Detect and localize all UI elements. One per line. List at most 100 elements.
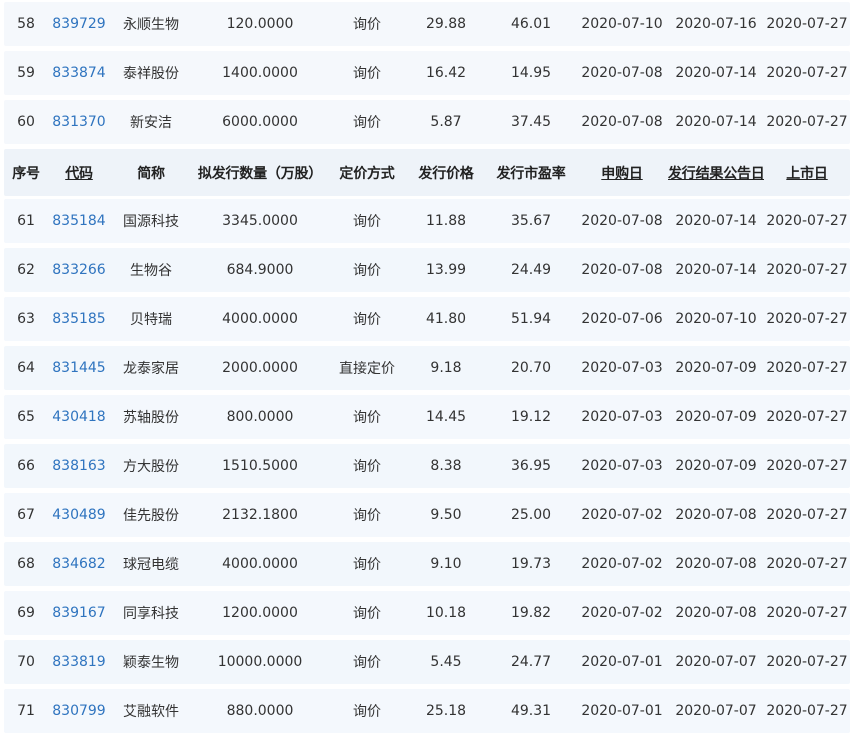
pricing-method: 询价 (353, 66, 381, 82)
subscription-date: 2020-07-02 (581, 556, 663, 572)
issue-pe: 24.49 (510, 262, 552, 278)
subscription-date: 2020-07-08 (581, 262, 663, 278)
table-row: 58 839729 永顺生物 120.0000 询价 29.88 46.01 2020-07-… (4, 2, 850, 46)
subscription-date: 2020-07-02 (581, 507, 663, 523)
subscription-date: 2020-07-06 (581, 311, 663, 327)
stock-code-link[interactable]: 833874 (48, 65, 110, 81)
result-announcement-date: 2020-07-08 (675, 556, 757, 572)
stock-code-link[interactable]: 835185 (48, 311, 110, 327)
issue-pe: 51.94 (510, 311, 552, 327)
row-seq: 61 (17, 213, 35, 229)
stock-code-link[interactable]: 839729 (48, 16, 110, 32)
subscription-date: 2020-07-08 (581, 213, 663, 229)
stock-code-link[interactable]: 839167 (48, 605, 110, 621)
stock-code-link[interactable]: 430418 (48, 409, 110, 425)
column-header-9[interactable]: 上市日 (764, 163, 850, 183)
listing-date: 2020-07-27 (766, 507, 848, 523)
row-seq: 63 (17, 311, 35, 327)
issue-quantity: 800.0000 (226, 409, 294, 425)
pricing-method: 询价 (353, 606, 381, 622)
subscription-date: 2020-07-01 (581, 703, 663, 719)
rows-before-header: 58 839729 永顺生物 120.0000 询价 29.88 46.01 2020-07-… (4, 2, 850, 144)
stock-name: 艾融软件 (123, 704, 179, 720)
column-header-3: 拟发行数量（万股） (197, 165, 323, 182)
row-seq: 65 (17, 409, 35, 425)
stock-name: 佳先股份 (123, 508, 179, 524)
column-header-7[interactable]: 申购日 (576, 163, 668, 183)
stock-code-link[interactable]: 834682 (48, 556, 110, 572)
column-header-1[interactable]: 代码 (48, 163, 110, 183)
issue-quantity: 1400.0000 (222, 65, 298, 81)
subscription-date: 2020-07-01 (581, 654, 663, 670)
table-row: 67 430489 佳先股份 2132.1800 询价 9.50 25.00 2020-07-… (4, 493, 850, 537)
result-announcement-date: 2020-07-14 (675, 65, 757, 81)
issue-quantity: 1200.0000 (222, 605, 298, 621)
listing-date: 2020-07-27 (766, 703, 848, 719)
stock-name: 新安洁 (130, 115, 172, 131)
issue-pe: 20.70 (510, 360, 552, 376)
row-seq: 68 (17, 556, 35, 572)
result-announcement-date: 2020-07-07 (675, 654, 757, 670)
result-announcement-date: 2020-07-09 (675, 409, 757, 425)
stock-name: 永顺生物 (123, 17, 179, 33)
pricing-method: 询价 (353, 214, 381, 230)
issue-quantity: 6000.0000 (222, 114, 298, 130)
issue-price: 9.18 (430, 360, 462, 376)
listing-date: 2020-07-27 (766, 605, 848, 621)
row-seq: 59 (17, 65, 35, 81)
issue-price: 25.18 (425, 703, 467, 719)
result-announcement-date: 2020-07-08 (675, 605, 757, 621)
listing-date: 2020-07-27 (766, 213, 848, 229)
issue-price: 10.18 (425, 605, 467, 621)
issue-quantity: 4000.0000 (222, 311, 298, 327)
stock-code-link[interactable]: 830799 (48, 703, 110, 719)
stock-code-link[interactable]: 835184 (48, 213, 110, 229)
stock-code-link[interactable]: 833266 (48, 262, 110, 278)
issue-pe: 49.31 (510, 703, 552, 719)
column-header-2: 简称 (137, 165, 165, 182)
issue-pe: 14.95 (510, 65, 552, 81)
result-announcement-date: 2020-07-09 (675, 458, 757, 474)
column-header-8[interactable]: 发行结果公告日 (668, 163, 764, 183)
stock-code-link[interactable]: 833819 (48, 654, 110, 670)
pricing-method: 询价 (353, 704, 381, 720)
stock-code-link[interactable]: 430489 (48, 507, 110, 523)
result-announcement-date: 2020-07-14 (675, 262, 757, 278)
result-announcement-date: 2020-07-08 (675, 507, 757, 523)
stock-name: 生物谷 (130, 263, 172, 279)
issue-price: 9.50 (430, 507, 462, 523)
issue-price: 13.99 (425, 262, 467, 278)
table-row: 59 833874 泰祥股份 1400.0000 询价 16.42 14.95 2020-07… (4, 51, 850, 95)
stock-code-link[interactable]: 838163 (48, 458, 110, 474)
pricing-method: 询价 (353, 508, 381, 524)
stock-name: 国源科技 (123, 214, 179, 230)
listing-date: 2020-07-27 (766, 311, 848, 327)
stock-code-link[interactable]: 831445 (48, 360, 110, 376)
listing-date: 2020-07-27 (766, 556, 848, 572)
column-header-4: 定价方式 (339, 165, 395, 182)
pricing-method: 直接定价 (339, 361, 395, 377)
issue-price: 8.38 (430, 458, 462, 474)
row-seq: 71 (17, 703, 35, 719)
stock-code-link[interactable]: 831370 (48, 114, 110, 130)
pricing-method: 询价 (353, 410, 381, 426)
table-row: 70 833819 颖泰生物 10000.0000 询价 5.45 24.77 2020-07… (4, 640, 850, 684)
result-announcement-date: 2020-07-10 (675, 311, 757, 327)
table-row: 60 831370 新安洁 6000.0000 询价 5.87 37.45 2020-07-0… (4, 100, 850, 144)
stock-name: 苏轴股份 (123, 410, 179, 426)
issue-quantity: 4000.0000 (222, 556, 298, 572)
issue-price: 14.45 (425, 409, 467, 425)
pricing-method: 询价 (353, 312, 381, 328)
listing-date: 2020-07-27 (766, 114, 848, 130)
issue-pe: 36.95 (510, 458, 552, 474)
issue-pe: 24.77 (510, 654, 552, 670)
column-header-5: 发行价格 (418, 165, 474, 182)
stock-name: 泰祥股份 (123, 66, 179, 82)
issue-quantity: 3345.0000 (222, 213, 298, 229)
result-announcement-date: 2020-07-14 (675, 213, 757, 229)
subscription-date: 2020-07-03 (581, 409, 663, 425)
stock-name: 贝特瑞 (130, 312, 172, 328)
stock-name: 方大股份 (123, 459, 179, 475)
issue-price: 41.80 (425, 311, 467, 327)
result-announcement-date: 2020-07-07 (675, 703, 757, 719)
